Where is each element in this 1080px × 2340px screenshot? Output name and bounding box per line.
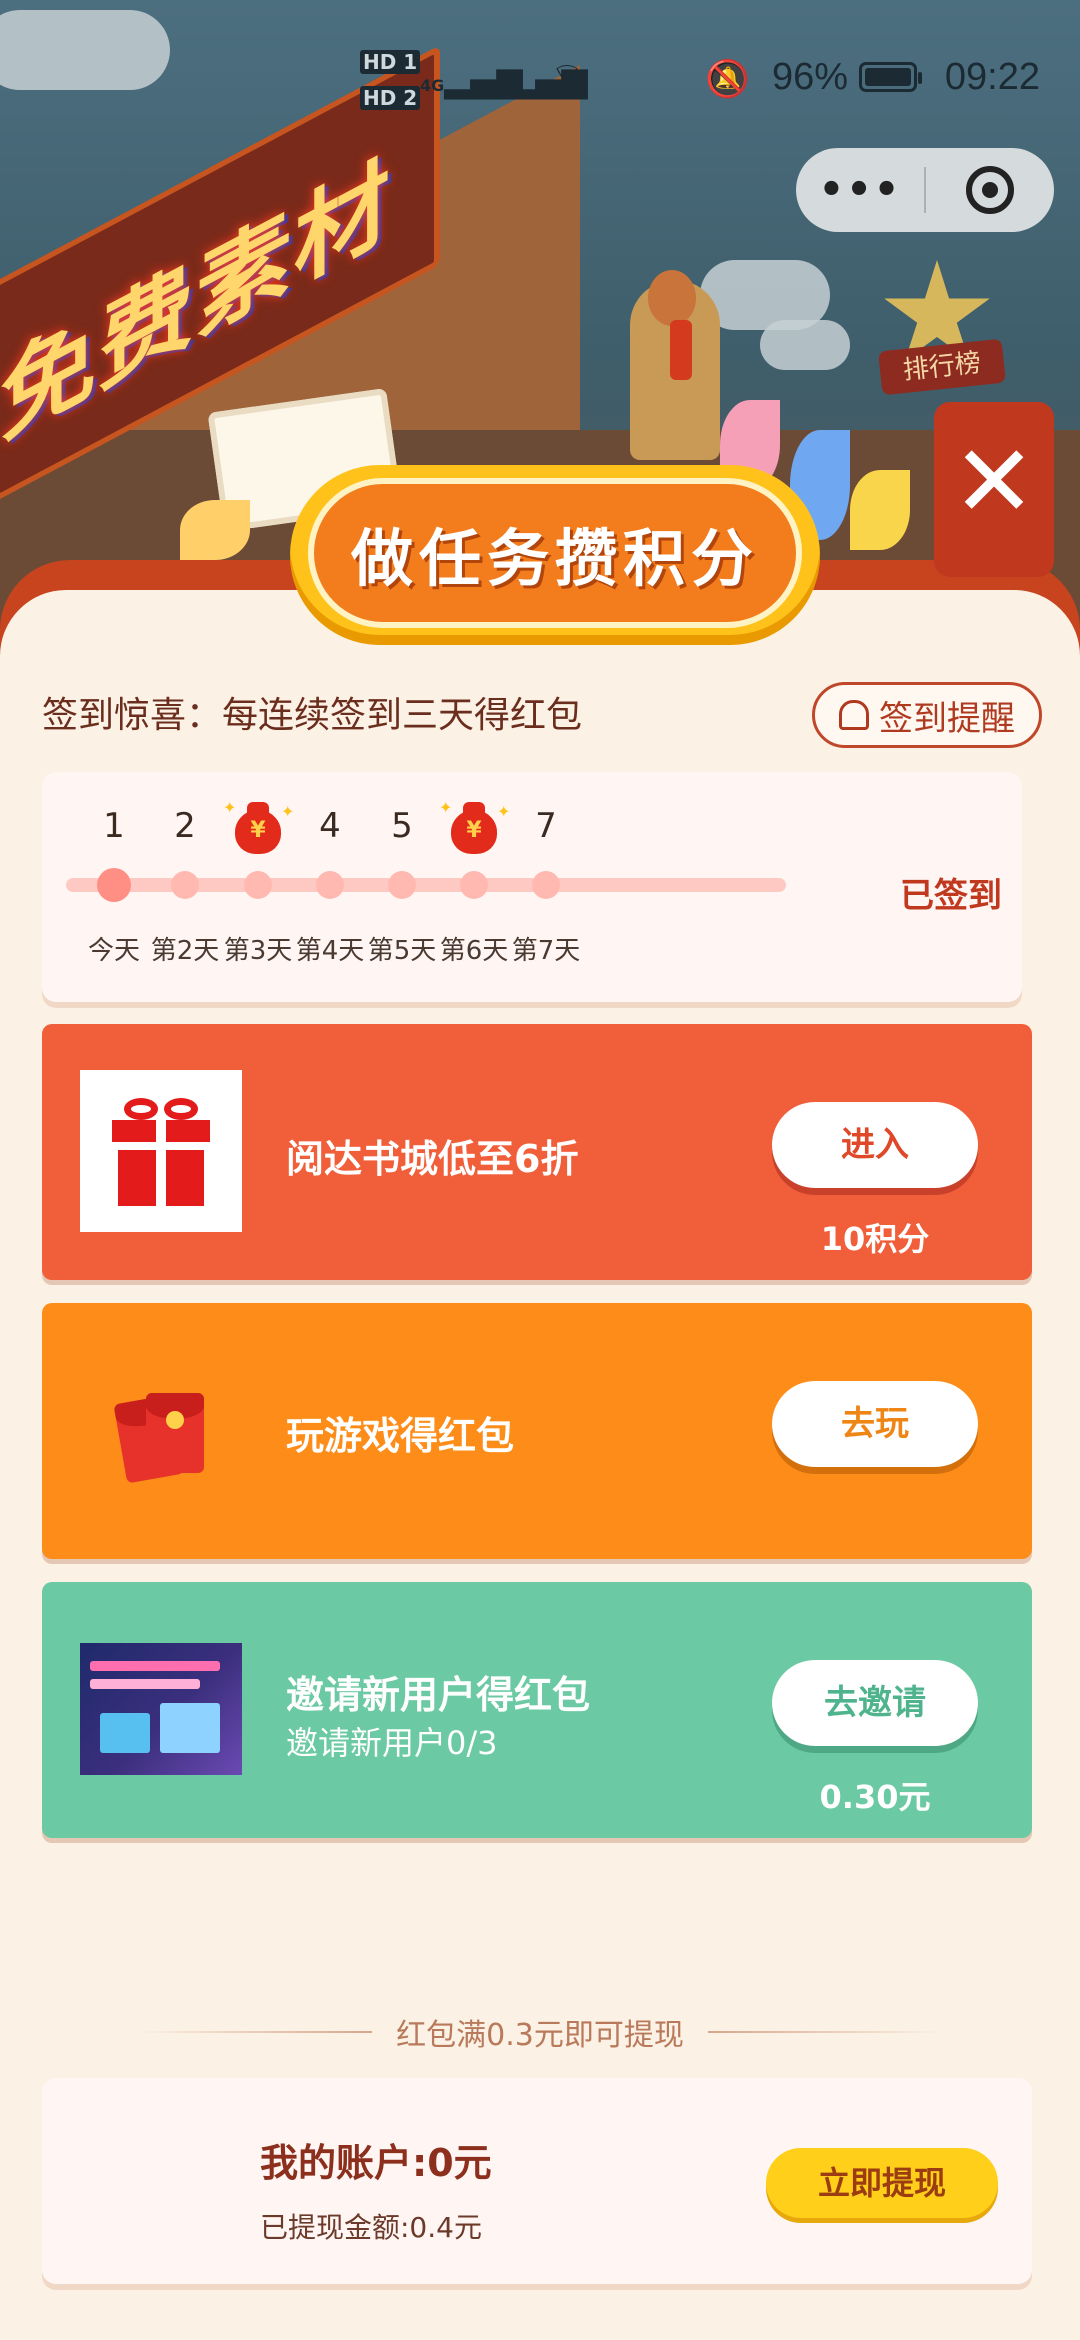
signin-title: 签到惊喜：每连续签到三天得红包 bbox=[42, 695, 583, 736]
poster-thumbnail bbox=[80, 1628, 242, 1790]
signin-reminder-button[interactable]: 签到提醒 bbox=[812, 682, 1042, 748]
day-dot bbox=[244, 871, 272, 899]
day-dot bbox=[532, 871, 560, 899]
clock: 09:22 bbox=[944, 56, 1040, 98]
enter-button[interactable]: 进入 bbox=[772, 1102, 978, 1188]
hd1-indicator: HD 1 bbox=[360, 50, 421, 74]
day-dot bbox=[171, 871, 199, 899]
withdraw-button[interactable]: 立即提现 bbox=[766, 2148, 998, 2218]
day-dot bbox=[97, 868, 131, 902]
task-title: 邀请新用户得红包 bbox=[286, 1673, 591, 1717]
task-card-invite: 邀请新用户得红包 邀请新用户0/3 去邀请 0.30元 bbox=[42, 1582, 1032, 1838]
withdrawn-amount: 已提现金额:0.4元 bbox=[260, 2211, 482, 2244]
more-dots-icon[interactable]: ••• bbox=[796, 167, 924, 213]
red-envelope-bag-icon: ¥ ✦ ✦ bbox=[223, 794, 294, 858]
red-envelope-bag-icon: ¥ ✦ ✦ bbox=[439, 794, 510, 858]
day-number: 5 bbox=[391, 806, 413, 846]
mute-bell-icon: 🔕 bbox=[705, 59, 750, 100]
task-card-bookstore: 阅达书城低至6折 进入 10积分 bbox=[42, 1024, 1032, 1280]
bell-icon bbox=[839, 700, 869, 730]
miniprogram-capsule: ••• bbox=[796, 148, 1054, 232]
account-balance: 我的账户:0元 bbox=[260, 2141, 492, 2185]
day-dot bbox=[388, 871, 416, 899]
close-button[interactable]: ✕ bbox=[934, 402, 1054, 577]
account-card: 我的账户:0元 已提现金额:0.4元 立即提现 bbox=[42, 2078, 1032, 2284]
task-subtitle: 邀请新用户0/3 bbox=[286, 1724, 498, 1762]
task-title: 玩游戏得红包 bbox=[286, 1414, 515, 1458]
withdraw-divider: 红包满0.3元即可提现 bbox=[140, 2012, 940, 2053]
status-bar: HD 1 HD 2 4G▂▄▆ 4G▂▄▆ ⌔ 🔕 96% 09:22 bbox=[0, 0, 1080, 150]
withdraw-note: 红包满0.3元即可提现 bbox=[396, 2018, 684, 2053]
hd2-indicator: HD 2 bbox=[360, 86, 421, 110]
task-reward: 0.30元 bbox=[819, 1778, 931, 1816]
red-packet-icon bbox=[80, 1349, 242, 1511]
battery-icon bbox=[859, 62, 922, 92]
target-close-icon[interactable] bbox=[926, 166, 1054, 214]
day-dot bbox=[316, 871, 344, 899]
battery-percent: 96% bbox=[771, 56, 848, 98]
close-icon: ✕ bbox=[952, 423, 1036, 540]
day-dot bbox=[460, 871, 488, 899]
panel-title: 做任务攒积分 bbox=[350, 522, 759, 595]
signin-calendar: 1 今天 2 第2天 ¥ ✦ ✦ 第3天 4 第4天 5 第5天 ¥ ✦ ✦ 第6天 7 第7天 已签到 bbox=[42, 772, 1022, 1002]
day-label: 第7天 bbox=[511, 936, 581, 966]
play-button[interactable]: 去玩 bbox=[772, 1381, 978, 1467]
day-number: 1 bbox=[103, 806, 125, 846]
day-number: 7 bbox=[535, 806, 557, 846]
day-number: 2 bbox=[174, 806, 196, 846]
wifi-icon: ⌔ bbox=[550, 56, 584, 97]
task-card-game: 玩游戏得红包 去玩 bbox=[42, 1303, 1032, 1559]
day-number: 4 bbox=[319, 806, 341, 846]
invite-button[interactable]: 去邀请 bbox=[772, 1660, 978, 1746]
task-reward: 10积分 bbox=[820, 1220, 930, 1258]
gift-icon bbox=[80, 1070, 242, 1232]
signed-status: 已签到 bbox=[900, 876, 1002, 916]
task-title: 阅达书城低至6折 bbox=[286, 1137, 579, 1181]
